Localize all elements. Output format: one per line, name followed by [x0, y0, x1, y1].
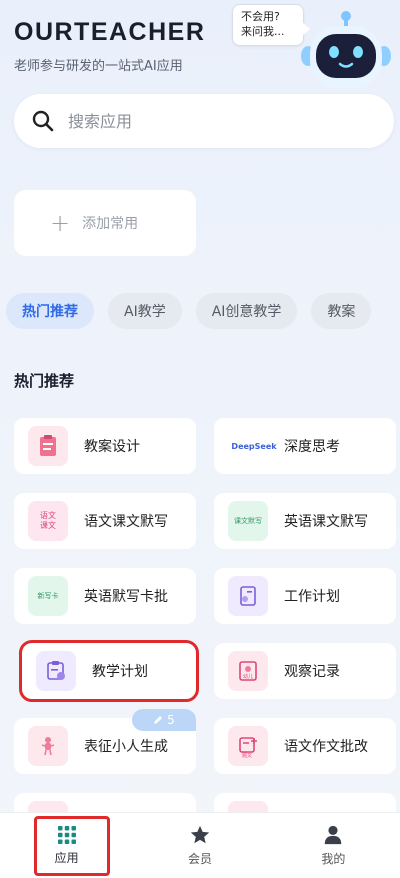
figure-icon — [28, 726, 68, 766]
app-observation-record[interactable]: 幼儿 观察记录 — [214, 643, 396, 699]
usage-badge: 5 — [132, 709, 196, 731]
badge-count: 5 — [167, 713, 175, 727]
deepseek-logo-icon: DeepSeek — [231, 441, 277, 451]
user-icon — [325, 825, 342, 845]
bubble-line-1: 不会用? — [241, 10, 280, 23]
app-label: 观察记录 — [284, 664, 340, 680]
plus-icon: + — [50, 209, 71, 237]
robot-mascot-icon[interactable] — [298, 8, 392, 94]
work-plan-icon — [228, 576, 268, 616]
svg-text:题文: 题文 — [242, 752, 252, 758]
grid-icon — [57, 826, 76, 844]
app-label: 工作计划 — [284, 589, 340, 605]
search-input[interactable] — [68, 111, 348, 131]
app-english-card-grading[interactable]: 新写卡 英语默写卡批 — [14, 568, 196, 624]
section-title: 热门推荐 — [14, 372, 75, 390]
app-english-dictation[interactable]: 课文默写 英语课文默写 — [214, 493, 396, 549]
app-chinese-dictation[interactable]: 语文课文 语文课文默写 — [14, 493, 196, 549]
app-label: 表征小人生成 — [84, 739, 168, 755]
app-label: 英语课文默写 — [284, 514, 368, 530]
mascot-speech-bubble[interactable]: 不会用? 来问我... — [232, 4, 310, 46]
tabbar-label: 我的 — [321, 852, 346, 866]
app-lesson-design[interactable]: 教案设计 — [14, 418, 196, 474]
tabbar-membership[interactable]: 会员 — [133, 813, 266, 878]
brand-logo-text: OURTEACHER — [14, 18, 206, 46]
english-text-icon: 课文默写 — [228, 501, 268, 541]
app-label: 深度思考 — [284, 439, 340, 455]
app-essay-grading[interactable]: 题文 语文作文批改 — [214, 718, 396, 774]
tab-lesson-plan[interactable]: 教案 — [311, 293, 372, 329]
star-icon — [190, 825, 210, 844]
svg-text:幼儿: 幼儿 — [243, 673, 253, 680]
app-label: 英语默写卡批 — [84, 589, 168, 605]
bubble-line-2: 来问我... — [241, 25, 285, 38]
essay-icon: 题文 — [228, 726, 268, 766]
brand-subtitle: 老师参与研发的一站式AI应用 — [14, 59, 183, 74]
app-label: 语文课文默写 — [84, 514, 168, 530]
app-label: 教案设计 — [84, 439, 140, 455]
tab-hot[interactable]: 热门推荐 — [6, 293, 94, 329]
app-work-plan[interactable]: 工作计划 — [214, 568, 396, 624]
clipboard-icon — [28, 426, 68, 466]
bottom-tab-bar: 应用 会员 我的 — [0, 812, 400, 878]
search-bar[interactable] — [14, 94, 394, 148]
add-favorite-button[interactable]: + 添加常用 — [14, 190, 196, 256]
tabbar-profile[interactable]: 我的 — [267, 813, 400, 878]
tab-ai-creative[interactable]: AI创意教学 — [195, 293, 298, 329]
add-favorite-label: 添加常用 — [82, 216, 139, 232]
dictation-card-icon: 新写卡 — [28, 576, 68, 616]
search-icon — [32, 110, 54, 132]
tabbar-label: 应用 — [54, 851, 79, 865]
tabbar-apps[interactable]: 应用 — [0, 813, 133, 878]
app-deep-think[interactable]: DeepSeek 深度思考 — [214, 418, 396, 474]
chinese-text-icon: 语文课文 — [28, 501, 68, 541]
app-label: 语文作文批改 — [284, 739, 368, 755]
app-label: 教学计划 — [92, 664, 148, 680]
app-teaching-plan[interactable]: 教学计划 — [19, 640, 199, 702]
observation-icon: 幼儿 — [228, 651, 268, 691]
header: OURTEACHER 老师参与研发的一站式AI应用 — [14, 18, 205, 74]
teaching-plan-icon — [36, 651, 76, 691]
tabbar-label: 会员 — [187, 852, 212, 866]
tab-ai-teaching[interactable]: AI教学 — [108, 293, 182, 329]
category-tabs: 热门推荐 AI教学 AI创意教学 教案 — [6, 293, 372, 329]
pencil-icon — [154, 716, 163, 724]
